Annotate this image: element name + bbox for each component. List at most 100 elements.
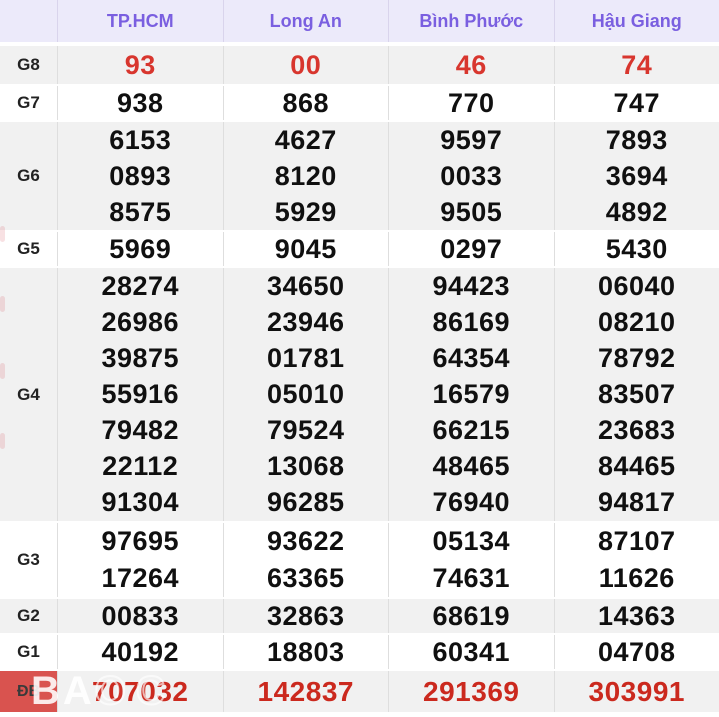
prize-value: 13068 — [224, 451, 389, 482]
prize-value: 91304 — [58, 487, 223, 518]
prize-value: 93622 — [224, 526, 389, 557]
prize-value: 707032 — [58, 676, 223, 708]
prize-value: 94423 — [389, 271, 554, 302]
prize-value: 96285 — [224, 487, 389, 518]
prize-value: 868 — [224, 88, 389, 119]
corner-cell — [0, 0, 57, 42]
prize-value: 64354 — [389, 343, 554, 374]
table-row-g3: G3 97695 17264 93622 63365 05134 74631 8… — [0, 521, 719, 597]
prize-value: 84465 — [555, 451, 719, 482]
prize-value: 60341 — [389, 637, 554, 668]
prize-value: 83507 — [555, 379, 719, 410]
prize-value: 32863 — [224, 601, 389, 632]
table-header-row: TP.HCM Long An Bình Phước Hậu Giang — [0, 0, 719, 44]
prize-value: 22112 — [58, 451, 223, 482]
prize-label-g8: G8 — [0, 46, 57, 84]
prize-value: 00 — [224, 50, 389, 81]
prize-value: 04708 — [555, 637, 719, 668]
prize-value: 291369 — [389, 676, 554, 708]
prize-value: 01781 — [224, 343, 389, 374]
prize-value: 68619 — [389, 601, 554, 632]
prize-value: 14363 — [555, 601, 719, 632]
prize-value: 770 — [389, 88, 554, 119]
prize-value: 747 — [555, 88, 719, 119]
prize-value: 87107 — [555, 526, 719, 557]
table-row-g4: G4 28274 26986 39875 55916 79482 22112 9… — [0, 266, 719, 521]
prize-value: 4627 — [224, 125, 389, 156]
prize-value: 9045 — [224, 234, 389, 265]
prize-label-g2: G2 — [0, 599, 57, 633]
prize-value: 76940 — [389, 487, 554, 518]
prize-value: 4892 — [555, 197, 719, 228]
prize-value: 16579 — [389, 379, 554, 410]
prize-value: 93 — [58, 50, 223, 81]
prize-value: 0297 — [389, 234, 554, 265]
prize-label-g6: G6 — [0, 122, 57, 230]
prize-value: 938 — [58, 88, 223, 119]
prize-value: 5969 — [58, 234, 223, 265]
table-row-db: ĐB 707032 142837 291369 303991 — [0, 669, 719, 712]
prize-value: 3694 — [555, 161, 719, 192]
prize-value: 7893 — [555, 125, 719, 156]
prize-value: 79524 — [224, 415, 389, 446]
prize-label-g7: G7 — [0, 86, 57, 120]
table-row-g8: G8 93 00 46 74 — [0, 44, 719, 84]
prize-value: 9505 — [389, 197, 554, 228]
column-header-binh-phuoc[interactable]: Bình Phước — [388, 0, 554, 42]
prize-label-g3: G3 — [0, 523, 57, 597]
prize-value: 63365 — [224, 563, 389, 594]
prize-value: 23946 — [224, 307, 389, 338]
prize-value: 05010 — [224, 379, 389, 410]
prize-value: 97695 — [58, 526, 223, 557]
prize-value: 23683 — [555, 415, 719, 446]
prize-value: 17264 — [58, 563, 223, 594]
prize-value: 55916 — [58, 379, 223, 410]
prize-value: 74631 — [389, 563, 554, 594]
table-row-g2: G2 00833 32863 68619 14363 — [0, 597, 719, 633]
lottery-results-page: TP.HCM Long An Bình Phước Hậu Giang G8 9… — [0, 0, 719, 717]
table-row-g7: G7 938 868 770 747 — [0, 84, 719, 120]
prize-value: 0893 — [58, 161, 223, 192]
prize-value: 06040 — [555, 271, 719, 302]
prize-value: 08210 — [555, 307, 719, 338]
prize-value: 28274 — [58, 271, 223, 302]
prize-value: 5929 — [224, 197, 389, 228]
prize-value: 11626 — [555, 563, 719, 594]
prize-value: 86169 — [389, 307, 554, 338]
left-edge-watermark-mark — [0, 296, 5, 312]
prize-value: 74 — [555, 50, 719, 81]
prize-label-g5: G5 — [0, 232, 57, 266]
prize-value: 66215 — [389, 415, 554, 446]
column-header-tphcm[interactable]: TP.HCM — [57, 0, 223, 42]
prize-value: 0033 — [389, 161, 554, 192]
prize-value: 78792 — [555, 343, 719, 374]
table-row-g5: G5 5969 9045 0297 5430 — [0, 230, 719, 266]
prize-label-g1: G1 — [0, 635, 57, 669]
prize-value: 303991 — [555, 676, 719, 708]
prize-value: 8575 — [58, 197, 223, 228]
prize-value: 48465 — [389, 451, 554, 482]
column-header-long-an[interactable]: Long An — [223, 0, 389, 42]
prize-value: 26986 — [58, 307, 223, 338]
table-row-g1: G1 40192 18803 60341 04708 — [0, 633, 719, 669]
prize-value: 05134 — [389, 526, 554, 557]
column-header-hau-giang[interactable]: Hậu Giang — [554, 0, 719, 42]
prize-value: 40192 — [58, 637, 223, 668]
prize-value: 142837 — [224, 676, 389, 708]
prize-value: 00833 — [58, 601, 223, 632]
left-edge-watermark-mark — [0, 226, 5, 242]
prize-value: 39875 — [58, 343, 223, 374]
prize-value: 46 — [389, 50, 554, 81]
prize-value: 18803 — [224, 637, 389, 668]
prize-value: 79482 — [58, 415, 223, 446]
left-edge-watermark-mark — [0, 363, 5, 379]
prize-label-g4: G4 — [0, 268, 57, 521]
prize-value: 6153 — [58, 125, 223, 156]
prize-value: 8120 — [224, 161, 389, 192]
left-edge-watermark-mark — [0, 433, 5, 449]
prize-label-db: ĐB — [0, 671, 57, 712]
prize-value: 94817 — [555, 487, 719, 518]
prize-value: 5430 — [555, 234, 719, 265]
prize-value: 9597 — [389, 125, 554, 156]
prize-value: 34650 — [224, 271, 389, 302]
